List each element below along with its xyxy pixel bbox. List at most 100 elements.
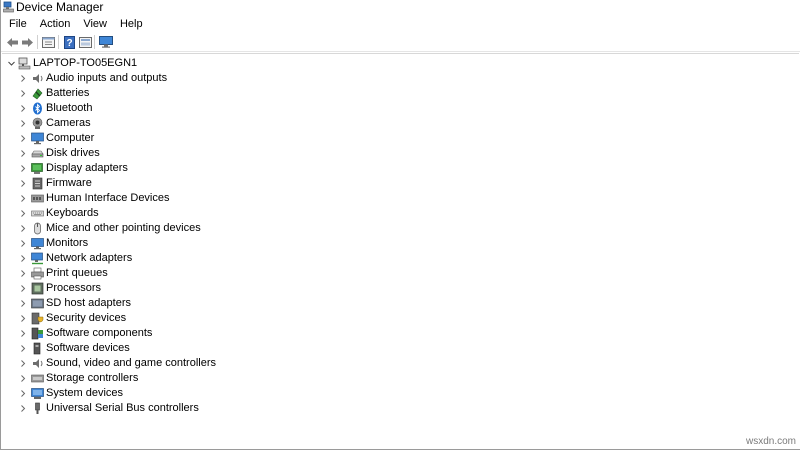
expand-chevron-icon[interactable] <box>19 251 27 266</box>
tree-item-software-components[interactable]: Software components <box>2 326 402 341</box>
tree-item-label: Display adapters <box>46 162 128 174</box>
menu-action[interactable]: Action <box>32 16 76 32</box>
menu-help[interactable]: Help <box>112 16 148 32</box>
computer-icon <box>31 132 44 145</box>
tree-item-batteries[interactable]: Batteries <box>2 86 402 101</box>
sound-controller-icon <box>33 359 43 368</box>
tree-item-label: Print queues <box>46 267 108 279</box>
forward-button[interactable] <box>19 34 35 50</box>
menu-bar: File Action View Help <box>1 16 800 32</box>
bluetooth-icon <box>33 102 42 115</box>
tree-item-processors[interactable]: Processors <box>2 281 402 296</box>
expand-chevron-icon[interactable] <box>19 206 27 221</box>
monitor-scan-icon <box>99 36 113 48</box>
expand-chevron-icon[interactable] <box>19 326 27 341</box>
device-manager-icon <box>3 1 14 13</box>
computer-icon <box>18 57 31 70</box>
menu-file[interactable]: File <box>1 16 32 32</box>
tree-item-monitors[interactable]: Monitors <box>2 236 402 251</box>
expand-chevron-icon[interactable] <box>19 146 27 161</box>
expand-chevron-icon[interactable] <box>19 386 27 401</box>
expand-chevron-icon[interactable] <box>19 356 27 371</box>
help-icon: ? <box>63 35 75 49</box>
tree-item-audio-inputs-and-outputs[interactable]: Audio inputs and outputs <box>2 71 402 86</box>
tree-item-label: Processors <box>46 282 102 294</box>
tree-item-sd-host-adapters[interactable]: SD host adapters <box>2 296 402 311</box>
window-title: Device Manager <box>16 0 104 14</box>
expand-chevron-icon[interactable] <box>19 266 27 281</box>
expand-chevron-icon[interactable] <box>19 341 27 356</box>
tree-item-software-devices[interactable]: Software devices <box>2 341 402 356</box>
disk-drive-icon <box>31 150 44 158</box>
tree-item-label: Software devices <box>46 342 130 354</box>
forward-arrow-icon <box>21 37 33 47</box>
tree-item-network-adapters[interactable]: Network adapters <box>2 251 402 266</box>
toolbar-separator <box>37 35 38 49</box>
expand-chevron-icon[interactable] <box>19 296 27 311</box>
title-bar: Device Manager <box>1 0 800 15</box>
expand-chevron-icon[interactable] <box>19 236 27 251</box>
tree-item-disk-drives[interactable]: Disk drives <box>2 146 402 161</box>
tree-item-human-interface-devices[interactable]: Human Interface Devices <box>2 191 402 206</box>
expand-chevron-icon[interactable] <box>19 71 27 86</box>
expand-chevron-icon[interactable] <box>19 101 27 116</box>
expand-chevron-icon[interactable] <box>19 221 27 236</box>
tree-item-bluetooth[interactable]: Bluetooth <box>2 101 402 116</box>
system-device-icon <box>31 388 44 399</box>
tree-item-display-adapters[interactable]: Display adapters <box>2 161 402 176</box>
tree-item-label: Network adapters <box>46 252 133 264</box>
tree-item-system-devices[interactable]: System devices <box>2 386 402 401</box>
tree-item-mice-and-other-pointing-devices[interactable]: Mice and other pointing devices <box>2 221 402 236</box>
tree-item-label: Software components <box>46 327 153 339</box>
expand-chevron-icon[interactable] <box>19 281 27 296</box>
help-button[interactable]: ? <box>61 34 77 50</box>
collapse-chevron-icon[interactable] <box>7 56 15 71</box>
device-manager-window: Device Manager File Action View Help ? L… <box>0 0 800 450</box>
expand-chevron-icon[interactable] <box>19 401 27 416</box>
processor-icon <box>31 282 44 295</box>
expand-chevron-icon[interactable] <box>19 86 27 101</box>
speaker-icon <box>33 74 43 83</box>
tree-item-computer[interactable]: Computer <box>2 131 402 146</box>
tree-item-label: Security devices <box>46 312 127 324</box>
tree-item-print-queues[interactable]: Print queues <box>2 266 402 281</box>
software-component-icon <box>31 327 43 340</box>
tree-item-label: Computer <box>46 132 95 144</box>
tree-item-sound-video-and-game-controllers[interactable]: Sound, video and game controllers <box>2 356 402 371</box>
tree-item-label: Storage controllers <box>46 372 139 384</box>
expand-chevron-icon[interactable] <box>19 191 27 206</box>
device-tree[interactable]: LAPTOP-TO05EGN1 Audio inputs and outputs… <box>2 53 799 449</box>
tree-root-node[interactable]: LAPTOP-TO05EGN1 <box>2 56 302 71</box>
printer-icon <box>31 267 44 280</box>
tree-item-storage-controllers[interactable]: Storage controllers <box>2 371 402 386</box>
tree-item-cameras[interactable]: Cameras <box>2 116 402 131</box>
sd-card-icon <box>31 298 44 309</box>
tree-item-security-devices[interactable]: Security devices <box>2 311 402 326</box>
tree-item-label: SD host adapters <box>46 297 131 309</box>
monitor-icon <box>31 238 44 250</box>
tree-item-firmware[interactable]: Firmware <box>2 176 402 191</box>
toolbar: ? <box>1 33 800 52</box>
update-driver-button[interactable] <box>77 34 93 50</box>
tree-item-label: Bluetooth <box>46 102 93 114</box>
tree-item-keyboards[interactable]: Keyboards <box>2 206 402 221</box>
expand-chevron-icon[interactable] <box>19 161 27 176</box>
back-button[interactable] <box>4 34 20 50</box>
properties-button[interactable] <box>40 34 56 50</box>
properties-icon <box>41 36 55 48</box>
expand-chevron-icon[interactable] <box>19 371 27 386</box>
scan-hardware-button[interactable] <box>98 34 114 50</box>
firmware-icon <box>32 177 43 190</box>
menu-view[interactable]: View <box>75 16 112 32</box>
expand-chevron-icon[interactable] <box>19 131 27 146</box>
software-device-icon <box>33 342 41 355</box>
tree-item-universal-serial-bus-controllers[interactable]: Universal Serial Bus controllers <box>2 401 402 416</box>
security-device-icon <box>31 312 44 325</box>
expand-chevron-icon[interactable] <box>19 311 27 326</box>
network-adapter-icon <box>31 252 43 265</box>
watermark: wsxdn.com <box>745 436 796 447</box>
expand-chevron-icon[interactable] <box>19 116 27 131</box>
tree-item-label: Mice and other pointing devices <box>46 222 201 234</box>
hid-icon <box>31 194 44 203</box>
expand-chevron-icon[interactable] <box>19 176 27 191</box>
